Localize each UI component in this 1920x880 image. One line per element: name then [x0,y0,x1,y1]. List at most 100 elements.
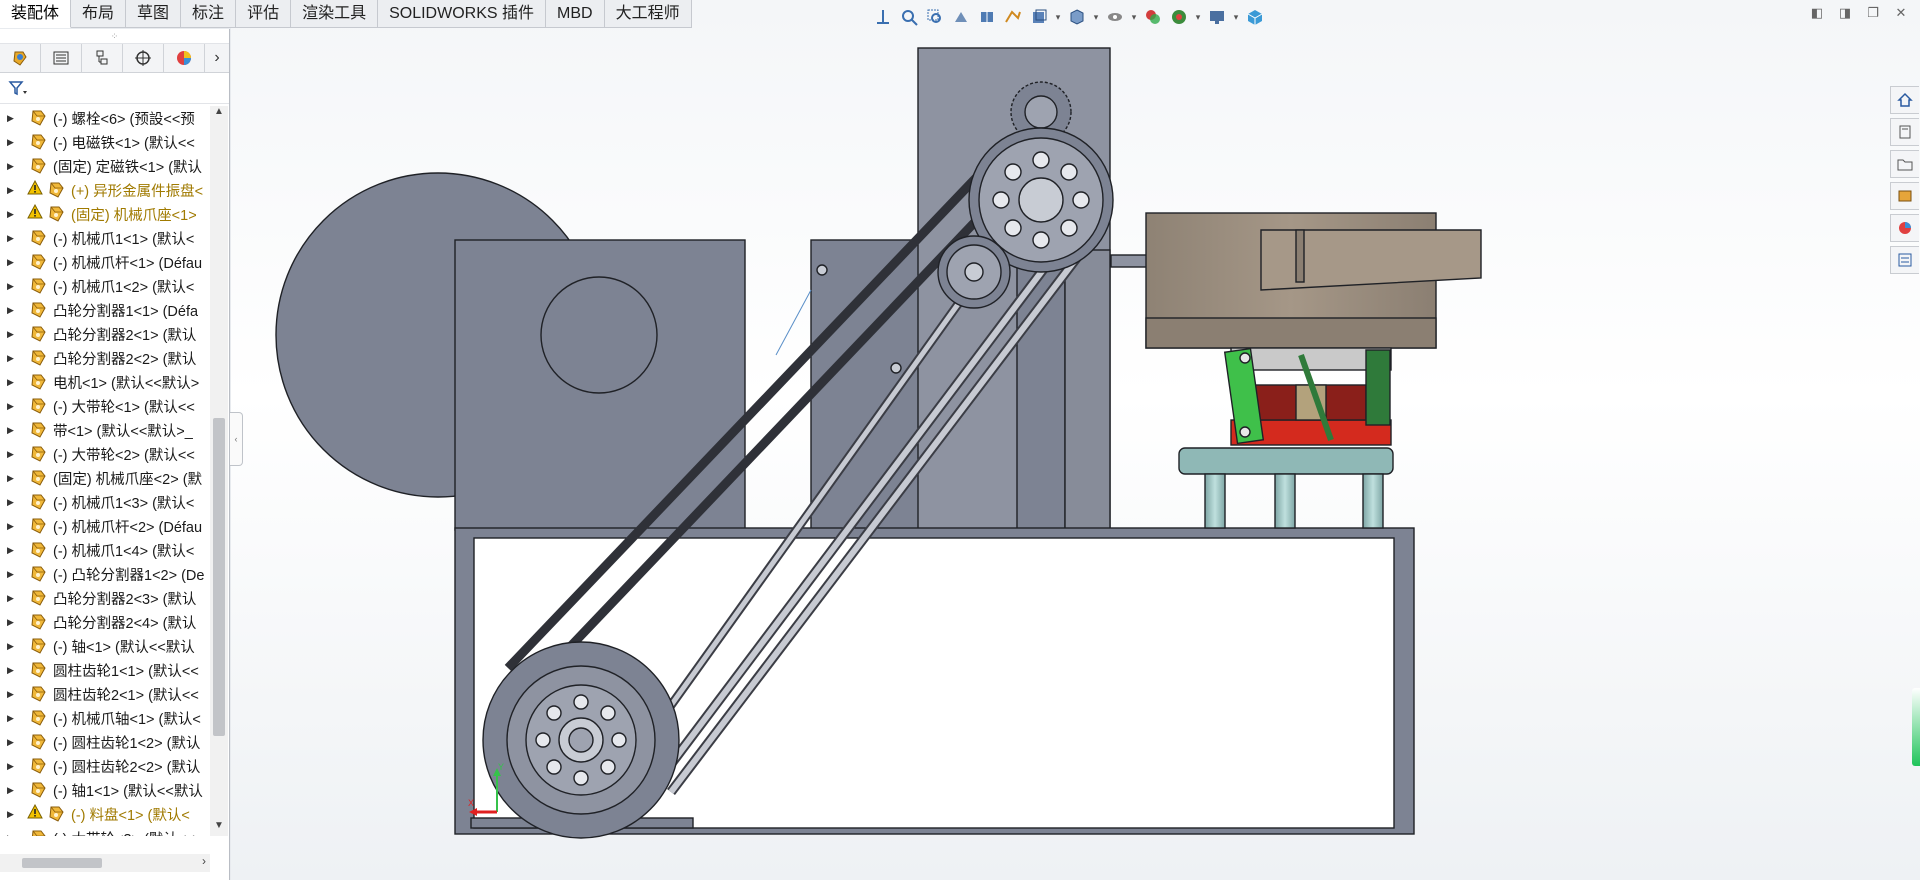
expand-arrow-icon[interactable]: ▶ [7,377,19,388]
tree-item[interactable]: ▶ 凸轮分割器2<2> (默认 [0,346,210,370]
scroll-thumb[interactable] [213,418,225,736]
expand-arrow-icon[interactable]: ▶ [7,617,19,628]
tree-item[interactable]: ▶ 凸轮分割器1<1> (Défa [0,298,210,322]
tree-item[interactable]: ▶ (-) 圆柱齿轮2<2> (默认 [0,754,210,778]
tree-item[interactable]: ▶ 凸轮分割器2<1> (默认 [0,322,210,346]
graphics-area[interactable]: Y X [231,0,1920,880]
feature-manager-icon[interactable] [0,44,41,72]
tree-item[interactable]: ▶ (-) 机械爪杆<1> (Défau [0,250,210,274]
tree-item[interactable]: ▶ (-) 机械爪杆<2> (Défau [0,514,210,538]
tree-item[interactable]: ▶ (-) 大带轮<2> (默认<< [0,442,210,466]
tree-item[interactable]: ▶ (-) 圆柱齿轮1<2> (默认 [0,730,210,754]
expand-arrow-icon[interactable]: ▶ [7,593,19,604]
restore-window-icon[interactable]: ❐ [1864,4,1882,22]
custom-properties-icon[interactable] [1890,246,1919,274]
close-window-icon[interactable]: ✕ [1892,4,1910,22]
tree-item[interactable]: ▶ (-) 螺栓<6> (预設<<预 [0,106,210,130]
tab-mbd[interactable]: MBD [546,0,605,28]
scroll-up-icon[interactable]: ▲ [210,106,228,122]
tree-item[interactable]: ▶ 带<1> (默认<<默认>_ [0,418,210,442]
apply-scene-icon[interactable] [1142,6,1164,28]
expand-arrow-icon[interactable]: ▶ [7,233,19,244]
tree-item[interactable]: ▶ (+) 异形金属件振盘< [0,178,210,202]
chevron-right-icon[interactable]: › [205,44,229,72]
view-palette-icon[interactable] [1890,182,1919,210]
expand-arrow-icon[interactable]: ▶ [7,737,19,748]
expand-arrow-icon[interactable]: ▶ [7,665,19,676]
expand-arrow-icon[interactable]: ▶ [7,785,19,796]
tab-assembly[interactable]: 装配体 [0,0,72,28]
expand-arrow-icon[interactable]: ▶ [7,761,19,772]
display-style-dropdown-icon[interactable]: ▾ [1054,12,1062,23]
display-style-icon[interactable] [1028,6,1050,28]
tab-render-tools[interactable]: 渲染工具 [291,0,379,28]
expand-arrow-icon[interactable]: ▶ [7,185,19,196]
tab-evaluate[interactable]: 评估 [236,0,292,28]
expand-arrow-icon[interactable]: ▶ [7,425,19,436]
tree-item[interactable]: ▶ (-) 机械爪1<1> (默认< [0,226,210,250]
monitor-icon[interactable] [1206,6,1228,28]
scene-dropdown-icon[interactable]: ▾ [1194,12,1202,23]
hscroll-thumb[interactable] [22,858,102,868]
tree-vertical-scrollbar[interactable]: ▲ ▼ [210,106,228,836]
tree-item[interactable]: ▶ (-) 轴<1> (默认<<默认 [0,634,210,658]
expand-arrow-icon[interactable]: ▶ [7,281,19,292]
view-orientation-icon[interactable] [872,6,894,28]
tree-item[interactable]: ▶ (-) 机械爪1<4> (默认< [0,538,210,562]
tree-item[interactable]: ▶ 凸轮分割器2<4> (默认 [0,610,210,634]
tree-item[interactable]: ▶ (-) 大带轮<1> (默认<< [0,394,210,418]
expand-arrow-icon[interactable]: ▶ [7,329,19,340]
expand-arrow-icon[interactable]: ▶ [7,137,19,148]
tab-engineer[interactable]: 大工程师 [604,0,692,28]
tree-item[interactable]: ▶ 圆柱齿轮1<1> (默认<< [0,658,210,682]
tree-item[interactable]: ▶ 电机<1> (默认<<默认> [0,370,210,394]
view-settings-icon[interactable] [1168,6,1190,28]
tab-solidworks-addins[interactable]: SOLIDWORKS 插件 [378,0,547,28]
expand-arrow-icon[interactable]: ▶ [7,641,19,652]
expand-arrow-icon[interactable]: ▶ [7,809,19,820]
tree-item[interactable]: ▶ (-) 轴1<1> (默认<<默认 [0,778,210,802]
section-view-icon[interactable] [976,6,998,28]
tree-item[interactable]: ▶ (-) 料盘<1> (默认< [0,802,210,826]
tree-item[interactable]: ▶ (固定) 机械爪座<2> (默 [0,466,210,490]
expand-arrow-icon[interactable]: ▶ [7,833,19,837]
home-icon[interactable] [1890,86,1919,114]
expand-arrow-icon[interactable]: ▶ [7,209,19,220]
tab-sketch[interactable]: 草图 [126,0,182,28]
expand-arrow-icon[interactable]: ▶ [7,353,19,364]
expand-arrow-icon[interactable]: ▶ [7,449,19,460]
zoom-to-fit-icon[interactable] [898,6,920,28]
expand-arrow-icon[interactable]: ▶ [7,497,19,508]
tree-item[interactable]: ▶ (-) 凸轮分割器1<2> (De [0,562,210,586]
previous-view-icon[interactable] [950,6,972,28]
tree-item[interactable]: ▶ (-) 机械爪1<2> (默认< [0,274,210,298]
3d-cube-icon[interactable] [1244,6,1266,28]
panel-collapse-handle[interactable]: ‹ [230,412,243,466]
zoom-area-icon[interactable] [924,6,946,28]
scroll-down-icon[interactable]: ▼ [210,820,228,836]
tile-right-icon[interactable]: ◨ [1836,4,1854,22]
dynamic-annotation-icon[interactable] [1002,6,1024,28]
tree-item[interactable]: ▶ (-) 机械爪轴<1> (默认< [0,706,210,730]
dim-expert-icon[interactable] [123,44,164,72]
expand-arrow-icon[interactable]: ▶ [7,521,19,532]
assembly-model[interactable] [231,0,1920,880]
tree-item[interactable]: ▶ (固定) 机械爪座<1> [0,202,210,226]
appearances-icon[interactable] [1890,214,1919,242]
display-manager-icon[interactable] [164,44,205,72]
hide-show-dropdown-icon[interactable]: ▾ [1092,12,1100,23]
configuration-manager-icon[interactable] [82,44,123,72]
appearance-dropdown-icon[interactable]: ▾ [1130,12,1138,23]
expand-arrow-icon[interactable]: ▶ [7,569,19,580]
tile-left-icon[interactable]: ◧ [1808,4,1826,22]
expand-arrow-icon[interactable]: ▶ [7,401,19,412]
property-manager-icon[interactable] [41,44,82,72]
tab-layout[interactable]: 布局 [71,0,127,28]
tree-item[interactable]: ▶ (固定) 定磁铁<1> (默认 [0,154,210,178]
expand-arrow-icon[interactable]: ▶ [7,689,19,700]
tree-item[interactable]: ▶ (-) 大带轮<3> (默认<< [0,826,210,836]
tree-filter[interactable] [0,73,229,104]
expand-arrow-icon[interactable]: ▶ [7,161,19,172]
panel-grip[interactable]: ⁘ [0,29,229,44]
expand-arrow-icon[interactable]: ▶ [7,713,19,724]
